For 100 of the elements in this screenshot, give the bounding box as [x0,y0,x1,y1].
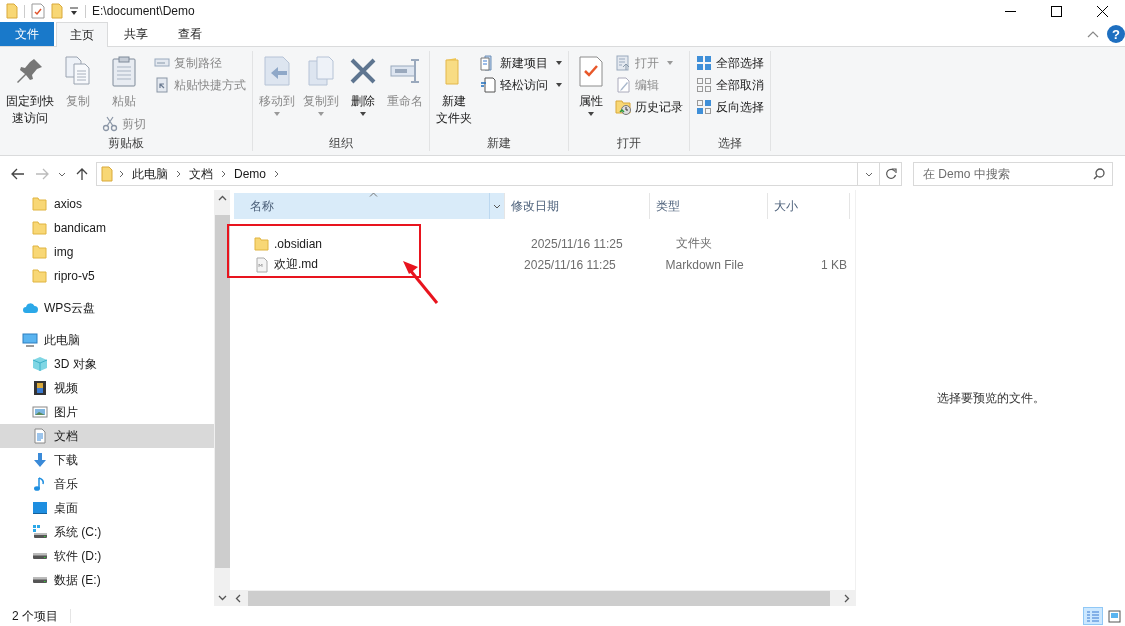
breadcrumb-link[interactable]: Demo [232,167,268,181]
tree-item[interactable]: 数据 (E:) [0,568,214,592]
ribbon-button[interactable]: 反向选择 [693,97,767,117]
file-menu-button[interactable]: 文件 [0,22,54,46]
picture-icon [32,404,48,420]
refresh-button[interactable] [880,162,902,186]
desktop-icon [32,500,48,516]
address-field[interactable]: 此电脑 文档 Demo [96,162,858,186]
tree-item[interactable]: axios [0,192,214,216]
column-header[interactable]: 类型 [650,193,768,219]
back-arrow-icon [11,168,25,180]
ribbon-button[interactable]: 全部选择 [693,53,767,73]
chevron-right-icon [119,170,124,178]
scroll-right-icon[interactable] [844,593,850,603]
scroll-left-icon[interactable] [235,593,241,603]
folder-icon [32,268,48,284]
ribbon-button[interactable]: 固定到快 速访问 [3,51,57,127]
ribbon-button[interactable]: 新建 文件夹 [433,51,475,127]
folder-icon [32,244,48,260]
down-arrow-icon [32,452,48,468]
folder-icon [101,166,113,182]
caret-icon [556,61,562,65]
column-header[interactable]: 名称 [234,193,505,219]
tree-item[interactable]: 此电脑 [0,328,214,352]
list-icon [1086,609,1100,623]
properties-icon[interactable] [31,3,45,19]
tree-item[interactable]: 下载 [0,448,214,472]
tree-item[interactable]: img [0,240,214,264]
vertical-scrollbar[interactable] [214,190,230,606]
select-all-icon [696,55,712,71]
group-label: 剪贴板 [107,135,145,151]
ribbon-tab[interactable]: 主页 [56,22,108,47]
paste-shortcut-icon [154,77,170,93]
open-icon [615,55,631,71]
search-icon [1093,168,1105,180]
column-header[interactable]: 大小 [768,193,850,219]
ribbon-button[interactable]: 属性 [572,51,610,116]
forward-arrow-icon [35,168,49,180]
scrollbar-thumb[interactable] [214,215,230,568]
ribbon-button[interactable]: 轻松访问 [477,75,565,95]
tree-item[interactable]: WPS云盘 [0,296,214,320]
ribbon-tab[interactable]: 共享 [110,22,162,46]
document-icon [32,428,48,444]
history-icon [615,99,631,115]
customize-dropdown-icon[interactable] [69,6,79,16]
group-label: 打开 [616,135,642,151]
new-folder-icon[interactable] [51,3,63,19]
caret-icon [588,112,594,116]
caret-icon [667,61,673,65]
column-header[interactable]: 修改日期 [505,193,650,219]
folder-icon [6,3,18,19]
move-to-icon [261,55,293,87]
scroll-up-icon[interactable] [217,195,227,201]
invert-selection-icon [696,99,712,115]
tree-item[interactable]: bandicam [0,216,214,240]
date-cell-text: 2025/11/16 11:25 [530,236,624,251]
chevron-down-icon [493,203,501,209]
drive-icon [32,577,48,583]
caret-icon [360,112,366,116]
breadcrumb-link[interactable]: 此电脑 [130,165,170,183]
group-label: 新建 [486,135,512,151]
tree-item[interactable]: 系统 (C:) [0,520,214,544]
file-name[interactable]: 欢迎.md [234,256,519,273]
tree-item[interactable]: 3D 对象 [0,352,214,376]
collapse-ribbon-button[interactable] [1087,30,1099,38]
window-title: E:\document\Demo [92,4,195,18]
chevron-down-icon [58,171,66,177]
chevron-right-icon [274,170,279,178]
tree-item[interactable]: 文档 [0,424,214,448]
monitor-icon [22,332,38,348]
caret-icon [556,83,562,87]
refresh-icon [884,168,897,180]
search-field[interactable]: 在 Demo 中搜索 [913,162,1113,186]
group-label: 选择 [717,135,743,151]
type-cell-text: Markdown File [664,257,745,272]
up-arrow-icon [76,167,88,181]
drive-icon [32,553,48,559]
size-cell-text: 1 KB [820,257,848,272]
tree-item[interactable]: 图片 [0,400,214,424]
easy-access-icon [480,77,496,93]
ribbon-button[interactable]: 全部取消 [693,75,767,95]
type-cell-text: 文件夹 [675,235,713,252]
item-count: 2 个项目 [12,607,58,625]
scroll-down-icon[interactable] [217,595,227,601]
ribbon-button[interactable]: 删除 [344,51,382,116]
ribbon-tab[interactable]: 查看 [164,22,216,46]
chevron-right-icon [176,170,181,178]
tree-item[interactable]: ripro-v5 [0,264,214,288]
ribbon-button[interactable]: 历史记录 [612,97,686,117]
folder-icon [32,196,48,212]
tree-item[interactable]: 音乐 [0,472,214,496]
tree-item[interactable]: 软件 (D:) [0,544,214,568]
file-name[interactable]: .obsidian [234,235,525,252]
tree-item[interactable]: 桌面 [0,496,214,520]
tree-item[interactable]: 视频 [0,376,214,400]
ribbon-button[interactable]: 新建项目 [477,53,565,73]
help-button[interactable]: ? [1107,25,1125,43]
folder-icon [254,235,270,252]
breadcrumb-link[interactable]: 文档 [187,165,215,183]
maximize-icon [1050,5,1062,17]
